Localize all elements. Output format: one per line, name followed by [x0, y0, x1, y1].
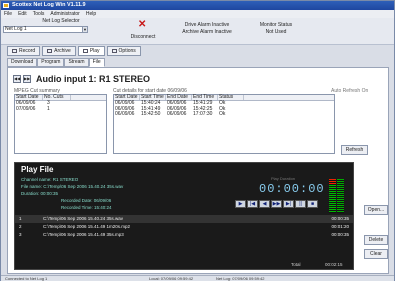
timer-label: Play Duration — [271, 176, 296, 181]
connection-status: Connected to Net Log 1 — [5, 276, 48, 281]
table-cell: 06/09/06 — [167, 111, 187, 117]
cut-details-table: Start Date Start Time End Date End Time … — [113, 94, 335, 154]
tab-program[interactable]: Program — [37, 58, 65, 67]
audio-header: ◀◀ ▶▶ Audio input 1: R1 STEREO — [13, 74, 150, 84]
menu-help[interactable]: Help — [86, 10, 96, 18]
menu-tools[interactable]: Tools — [33, 10, 45, 18]
disconnect-button[interactable]: Disconnect — [125, 34, 161, 40]
main-tabs: Record Archive Play Options — [7, 46, 141, 56]
level-meter — [329, 177, 345, 213]
playlist: 1 C:\Temp\06 Sep 2006 15.40.24 35s.wav 00:… — [15, 215, 353, 259]
skip-forward-icon[interactable]: ▶| — [283, 200, 294, 208]
archive-icon — [47, 49, 53, 53]
list-item-number: 1 — [19, 216, 22, 221]
list-item-number: 3 — [19, 232, 22, 237]
next-input-icon[interactable]: ▶▶ — [23, 75, 31, 83]
tab-archive-label: Archive — [54, 48, 71, 54]
tab-stream[interactable]: Stream — [64, 58, 89, 67]
mpeg-summary-table: Start Date No. Cuts 06/09/06 3 07/09/06 1 — [14, 94, 107, 154]
list-item-number: 2 — [19, 224, 22, 229]
status-bar: Connected to Net Log 1 Local: 07/09/06 0… — [1, 275, 394, 281]
list-item-duration: 00:00:35 — [331, 232, 349, 237]
left-level-bar — [329, 179, 336, 213]
play-file-title: Play File — [21, 165, 54, 174]
drive-alarm-status: Drive Alarm Inactive — [184, 22, 230, 28]
menu-administrator[interactable]: Administrator — [50, 10, 79, 18]
tab-record-label: Record — [19, 48, 36, 54]
tab-options-label: Options — [118, 48, 136, 54]
net-log-selector[interactable]: Net Log 1 ▼ — [3, 26, 88, 33]
list-item-duration: 00:00:35 — [331, 216, 349, 221]
table-row[interactable]: 06/09/06 15:42:50 06/09/06 17:07:30 Ok — [114, 111, 334, 118]
total-label: Total — [291, 262, 301, 267]
table-cell: 07/09/06 — [16, 105, 36, 112]
tab-play[interactable]: Play — [77, 46, 105, 56]
window-title: Scottex Net Log Win V1.11.9 — [12, 2, 86, 8]
table-cell: Ok — [219, 111, 226, 117]
netlog-time: Net Log: 07/09/06 09:59:42 — [216, 276, 265, 281]
disconnect-icon[interactable]: ✕ — [138, 20, 146, 30]
tab-record[interactable]: Record — [7, 46, 41, 56]
recorded-date: Recorded Date: 06/09/06 — [61, 198, 112, 203]
audio-input-title: Audio input 1: R1 STEREO — [36, 74, 150, 84]
rewind-icon[interactable]: ◀ — [259, 200, 270, 208]
skip-back-icon[interactable]: |◀ — [247, 200, 258, 208]
list-item-path: C:\Temp\06 Sep 2006 15.40.24 35s.wav — [43, 216, 124, 221]
transport-controls: ▶ |◀ ◀ ▶▶ ▶| || ■ — [235, 200, 318, 208]
app-window: Scottex Net Log Win V1.11.9 File Edit To… — [0, 0, 395, 281]
stop-icon[interactable]: ■ — [307, 200, 318, 208]
table-row[interactable]: 07/09/06 1 — [15, 105, 106, 113]
total-duration: 00:02:15 — [325, 262, 343, 267]
list-item-duration: 00:01:20 — [331, 224, 349, 229]
menu-edit[interactable]: Edit — [18, 10, 27, 18]
refresh-button[interactable]: Refresh — [341, 145, 368, 155]
open-button[interactable]: Open... — [364, 205, 388, 215]
chevron-down-icon: ▼ — [82, 27, 87, 32]
net-log-selector-label: Net Log Selector — [42, 18, 80, 24]
play-icon[interactable]: ▶ — [235, 200, 246, 208]
file-name: File name: C:\Temp\06 Sep 2006 15.40.24 … — [21, 184, 124, 189]
tab-download[interactable]: Download — [7, 58, 38, 67]
duration: Duration: 00:00:35 — [21, 191, 59, 196]
list-item-path: C:\Temp\06 Sep 2006 15.41.49 35s.mp3 — [43, 232, 124, 237]
play-timer: 00:00:00 — [259, 182, 325, 196]
table-cell: 15:42:50 — [141, 111, 161, 117]
previous-input-icon[interactable]: ◀◀ — [13, 75, 21, 83]
recorded-time: Recorded Time: 15:40:24 — [61, 205, 112, 210]
table-cell: 1 — [47, 105, 50, 112]
record-icon — [12, 49, 17, 53]
auto-refresh-status: Auto Refresh On — [331, 88, 369, 94]
list-item-path: C:\Temp\06 Sep 2006 15.41.49 1m20s.mp2 — [43, 224, 131, 229]
clear-button[interactable]: Clear — [364, 249, 388, 259]
monitor-status-label: Monitor Status — [259, 22, 293, 28]
fast-forward-icon[interactable]: ▶▶ — [271, 200, 282, 208]
right-level-bar — [337, 179, 344, 213]
sub-tabs: Download Program Stream File — [7, 58, 105, 67]
list-item[interactable]: 3 C:\Temp\06 Sep 2006 15.41.49 35s.mp3 00:… — [15, 231, 353, 239]
table-cell: 17:07:30 — [193, 111, 213, 117]
list-item[interactable]: 2 C:\Temp\06 Sep 2006 15.41.49 1m20s.mp2 0… — [15, 223, 353, 231]
app-icon — [3, 3, 9, 8]
table-cell: 06/09/06 — [115, 111, 135, 117]
archive-alarm-status: Archive Alarm Inactive — [182, 29, 232, 35]
play-icon — [82, 49, 88, 53]
delete-button[interactable]: Delete — [364, 235, 388, 245]
tab-archive[interactable]: Archive — [42, 46, 76, 56]
list-item[interactable]: 1 C:\Temp\06 Sep 2006 15.40.24 35s.wav 00:… — [15, 215, 353, 223]
tab-file[interactable]: File — [88, 58, 105, 67]
tab-play-label: Play — [89, 48, 100, 54]
options-icon — [111, 49, 117, 53]
pause-icon[interactable]: || — [295, 200, 306, 208]
menu-file[interactable]: File — [4, 10, 12, 18]
channel-name: Channel name: R1 STEREO — [21, 177, 79, 182]
net-log-selector-value: Net Log 1 — [5, 26, 27, 32]
menu-bar: File Edit Tools Administrator Help — [1, 10, 394, 18]
tab-options[interactable]: Options — [106, 46, 141, 56]
local-time: Local: 07/09/06 09:59:42 — [149, 276, 194, 281]
monitor-status-value: Not Used — [265, 29, 287, 35]
title-bar: Scottex Net Log Win V1.11.9 — [1, 1, 394, 10]
